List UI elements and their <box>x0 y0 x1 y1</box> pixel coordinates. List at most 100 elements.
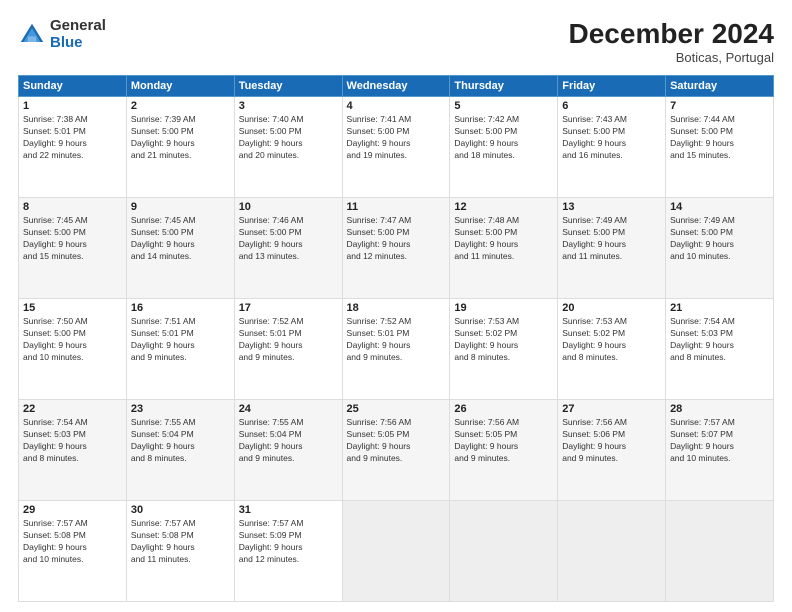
calendar-cell: 6 Sunrise: 7:43 AM Sunset: 5:00 PM Daylig… <box>558 97 666 198</box>
calendar-cell: 24 Sunrise: 7:55 AM Sunset: 5:04 PM Dayli… <box>234 400 342 501</box>
calendar-cell: 18 Sunrise: 7:52 AM Sunset: 5:01 PM Dayli… <box>342 299 450 400</box>
calendar-week-row: 1 Sunrise: 7:38 AM Sunset: 5:01 PM Daylig… <box>19 97 774 198</box>
day-info: Sunrise: 7:57 AM Sunset: 5:08 PM Dayligh… <box>131 518 230 566</box>
day-number: 4 <box>347 100 446 112</box>
day-info: Sunrise: 7:51 AM Sunset: 5:01 PM Dayligh… <box>131 316 230 364</box>
page: General Blue December 2024 Boticas, Port… <box>0 0 792 612</box>
day-number: 3 <box>239 100 338 112</box>
day-info: Sunrise: 7:44 AM Sunset: 5:00 PM Dayligh… <box>670 114 769 162</box>
day-number: 2 <box>131 100 230 112</box>
day-number: 1 <box>23 100 122 112</box>
calendar-cell: 5 Sunrise: 7:42 AM Sunset: 5:00 PM Daylig… <box>450 97 558 198</box>
day-number: 26 <box>454 403 553 415</box>
calendar-week-row: 15 Sunrise: 7:50 AM Sunset: 5:00 PM Dayli… <box>19 299 774 400</box>
logo-icon <box>18 21 46 49</box>
calendar-cell <box>342 501 450 602</box>
day-header-sunday: Sunday <box>19 76 127 97</box>
calendar-cell: 2Sunrise: 7:39 AM Sunset: 5:00 PM Daylig… <box>126 97 234 198</box>
title-block: December 2024 Boticas, Portugal <box>569 18 774 65</box>
logo-text: General Blue <box>50 18 106 51</box>
day-header-wednesday: Wednesday <box>342 76 450 97</box>
calendar-cell: 26Sunrise: 7:56 AM Sunset: 5:05 PM Dayli… <box>450 400 558 501</box>
day-info: Sunrise: 7:41 AM Sunset: 5:00 PM Dayligh… <box>347 114 446 162</box>
calendar-week-row: 8 Sunrise: 7:45 AM Sunset: 5:00 PM Daylig… <box>19 198 774 299</box>
day-number: 13 <box>562 201 661 213</box>
calendar-cell: 12 Sunrise: 7:48 AM Sunset: 5:00 PM Dayli… <box>450 198 558 299</box>
day-number: 14 <box>670 201 769 213</box>
calendar-cell: 17 Sunrise: 7:52 AM Sunset: 5:01 PM Dayli… <box>234 299 342 400</box>
day-info: Sunrise: 7:57 AM Sunset: 5:07 PM Dayligh… <box>670 417 769 465</box>
calendar-week-row: 29Sunrise: 7:57 AM Sunset: 5:08 PM Dayli… <box>19 501 774 602</box>
day-info: Sunrise: 7:47 AM Sunset: 5:00 PM Dayligh… <box>347 215 446 263</box>
day-info: Sunrise: 7:56 AM Sunset: 5:05 PM Dayligh… <box>347 417 446 465</box>
day-number: 30 <box>131 504 230 516</box>
day-number: 23 <box>131 403 230 415</box>
calendar-cell: 23 Sunrise: 7:55 AM Sunset: 5:04 PM Dayli… <box>126 400 234 501</box>
logo-blue-text: Blue <box>50 35 106 52</box>
day-info: Sunrise: 7:57 AM Sunset: 5:09 PM Dayligh… <box>239 518 338 566</box>
day-number: 20 <box>562 302 661 314</box>
calendar-cell: 4 Sunrise: 7:41 AM Sunset: 5:00 PM Daylig… <box>342 97 450 198</box>
day-header-thursday: Thursday <box>450 76 558 97</box>
subtitle: Boticas, Portugal <box>569 50 774 65</box>
calendar-cell: 7 Sunrise: 7:44 AM Sunset: 5:00 PM Daylig… <box>666 97 774 198</box>
day-number: 8 <box>23 201 122 213</box>
day-number: 25 <box>347 403 446 415</box>
day-info: Sunrise: 7:48 AM Sunset: 5:00 PM Dayligh… <box>454 215 553 263</box>
day-info: Sunrise: 7:55 AM Sunset: 5:04 PM Dayligh… <box>239 417 338 465</box>
calendar-cell: 21 Sunrise: 7:54 AM Sunset: 5:03 PM Dayli… <box>666 299 774 400</box>
day-number: 12 <box>454 201 553 213</box>
day-info: Sunrise: 7:56 AM Sunset: 5:06 PM Dayligh… <box>562 417 661 465</box>
calendar-cell: 1 Sunrise: 7:38 AM Sunset: 5:01 PM Daylig… <box>19 97 127 198</box>
calendar-cell: 8 Sunrise: 7:45 AM Sunset: 5:00 PM Daylig… <box>19 198 127 299</box>
day-number: 7 <box>670 100 769 112</box>
calendar-cell <box>450 501 558 602</box>
day-number: 22 <box>23 403 122 415</box>
day-info: Sunrise: 7:50 AM Sunset: 5:00 PM Dayligh… <box>23 316 122 364</box>
day-info: Sunrise: 7:46 AM Sunset: 5:00 PM Dayligh… <box>239 215 338 263</box>
day-info: Sunrise: 7:57 AM Sunset: 5:08 PM Dayligh… <box>23 518 122 566</box>
day-number: 18 <box>347 302 446 314</box>
calendar-cell: 14Sunrise: 7:49 AM Sunset: 5:00 PM Dayli… <box>666 198 774 299</box>
day-info: Sunrise: 7:54 AM Sunset: 5:03 PM Dayligh… <box>670 316 769 364</box>
day-number: 19 <box>454 302 553 314</box>
day-number: 10 <box>239 201 338 213</box>
calendar-cell: 16Sunrise: 7:51 AM Sunset: 5:01 PM Dayli… <box>126 299 234 400</box>
logo-general-text: General <box>50 18 106 35</box>
calendar-header-row: SundayMondayTuesdayWednesdayThursdayFrid… <box>19 76 774 97</box>
day-number: 5 <box>454 100 553 112</box>
day-info: Sunrise: 7:45 AM Sunset: 5:00 PM Dayligh… <box>23 215 122 263</box>
day-header-monday: Monday <box>126 76 234 97</box>
day-number: 24 <box>239 403 338 415</box>
calendar-week-row: 22Sunrise: 7:54 AM Sunset: 5:03 PM Dayli… <box>19 400 774 501</box>
day-header-tuesday: Tuesday <box>234 76 342 97</box>
day-number: 6 <box>562 100 661 112</box>
day-number: 21 <box>670 302 769 314</box>
day-info: Sunrise: 7:52 AM Sunset: 5:01 PM Dayligh… <box>239 316 338 364</box>
day-info: Sunrise: 7:43 AM Sunset: 5:00 PM Dayligh… <box>562 114 661 162</box>
calendar-cell <box>558 501 666 602</box>
day-number: 31 <box>239 504 338 516</box>
day-number: 11 <box>347 201 446 213</box>
calendar-cell: 28 Sunrise: 7:57 AM Sunset: 5:07 PM Dayli… <box>666 400 774 501</box>
calendar-cell: 20 Sunrise: 7:53 AM Sunset: 5:02 PM Dayli… <box>558 299 666 400</box>
calendar-cell: 9Sunrise: 7:45 AM Sunset: 5:00 PM Daylig… <box>126 198 234 299</box>
day-info: Sunrise: 7:42 AM Sunset: 5:00 PM Dayligh… <box>454 114 553 162</box>
day-info: Sunrise: 7:38 AM Sunset: 5:01 PM Dayligh… <box>23 114 122 162</box>
day-info: Sunrise: 7:53 AM Sunset: 5:02 PM Dayligh… <box>562 316 661 364</box>
calendar-cell: 30 Sunrise: 7:57 AM Sunset: 5:08 PM Dayli… <box>126 501 234 602</box>
day-info: Sunrise: 7:45 AM Sunset: 5:00 PM Dayligh… <box>131 215 230 263</box>
day-info: Sunrise: 7:52 AM Sunset: 5:01 PM Dayligh… <box>347 316 446 364</box>
calendar-cell: 19Sunrise: 7:53 AM Sunset: 5:02 PM Dayli… <box>450 299 558 400</box>
day-info: Sunrise: 7:55 AM Sunset: 5:04 PM Dayligh… <box>131 417 230 465</box>
calendar-cell: 25 Sunrise: 7:56 AM Sunset: 5:05 PM Dayli… <box>342 400 450 501</box>
day-number: 15 <box>23 302 122 314</box>
calendar-cell: 15 Sunrise: 7:50 AM Sunset: 5:00 PM Dayli… <box>19 299 127 400</box>
day-number: 28 <box>670 403 769 415</box>
calendar-cell: 29Sunrise: 7:57 AM Sunset: 5:08 PM Dayli… <box>19 501 127 602</box>
calendar-cell: 13Sunrise: 7:49 AM Sunset: 5:00 PM Dayli… <box>558 198 666 299</box>
calendar-cell <box>666 501 774 602</box>
day-number: 17 <box>239 302 338 314</box>
day-number: 27 <box>562 403 661 415</box>
calendar-table: SundayMondayTuesdayWednesdayThursdayFrid… <box>18 75 774 602</box>
